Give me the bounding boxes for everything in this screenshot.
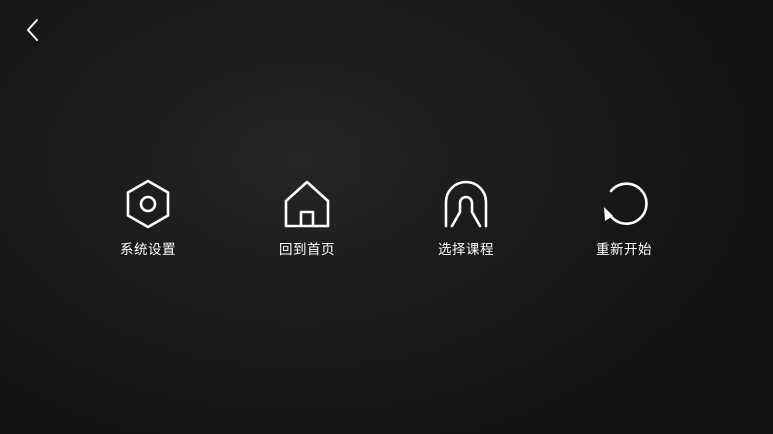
go-home-label: 回到首页 xyxy=(279,242,335,258)
home-icon xyxy=(281,178,333,230)
system-settings-button[interactable]: 系统设置 xyxy=(93,178,203,259)
main-menu: 系统设置 回到首页 选择课程 重新开始 xyxy=(0,178,773,278)
hexagon-settings-icon xyxy=(122,178,174,230)
chevron-left-icon xyxy=(25,18,41,46)
restart-icon xyxy=(598,178,650,230)
restart-label: 重新开始 xyxy=(596,242,652,258)
go-home-button[interactable]: 回到首页 xyxy=(252,178,362,259)
arch-course-icon xyxy=(440,178,492,230)
select-course-button[interactable]: 选择课程 xyxy=(411,178,521,259)
select-course-label: 选择课程 xyxy=(438,242,494,258)
restart-button[interactable]: 重新开始 xyxy=(569,178,679,259)
back-button[interactable] xyxy=(18,16,48,48)
system-settings-label: 系统设置 xyxy=(120,242,176,258)
